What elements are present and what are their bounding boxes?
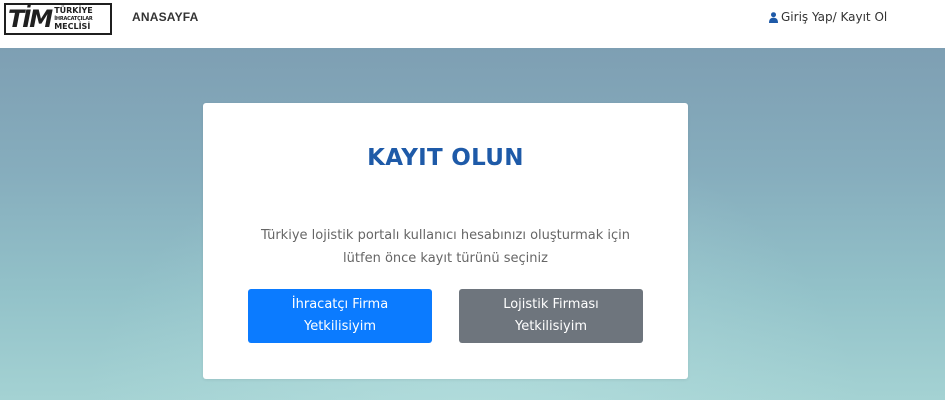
login-register-link[interactable]: Giriş Yap/ Kayıt Ol xyxy=(769,10,887,24)
tim-logo[interactable]: TİM TÜRKİYE İHRACATÇILAR MECLİSİ xyxy=(4,3,112,35)
logistics-register-button[interactable]: Lojistik Firması Yetkilisiyim xyxy=(459,289,643,343)
register-card: KAYIT OLUN Türkiye lojistik portalı kull… xyxy=(203,103,688,379)
user-icon xyxy=(769,11,778,23)
logo-text: TÜRKİYE İHRACATÇILAR MECLİSİ xyxy=(54,7,93,31)
logo-line-3: MECLİSİ xyxy=(54,22,91,31)
logo-line-1: TÜRKİYE xyxy=(54,6,93,15)
exporter-register-button[interactable]: İhracatçı Firma Yetkilisiyim xyxy=(248,289,432,343)
top-navbar: TİM TÜRKİYE İHRACATÇILAR MECLİSİ ANASAYF… xyxy=(0,0,945,48)
register-title: KAYIT OLUN xyxy=(367,145,524,171)
login-register-label: Giriş Yap/ Kayıt Ol xyxy=(781,10,888,24)
register-description: Türkiye lojistik portalı kullanıcı hesab… xyxy=(260,228,631,266)
logo-mark: TİM xyxy=(8,5,53,33)
nav-home-link[interactable]: ANASAYFA xyxy=(132,10,199,24)
